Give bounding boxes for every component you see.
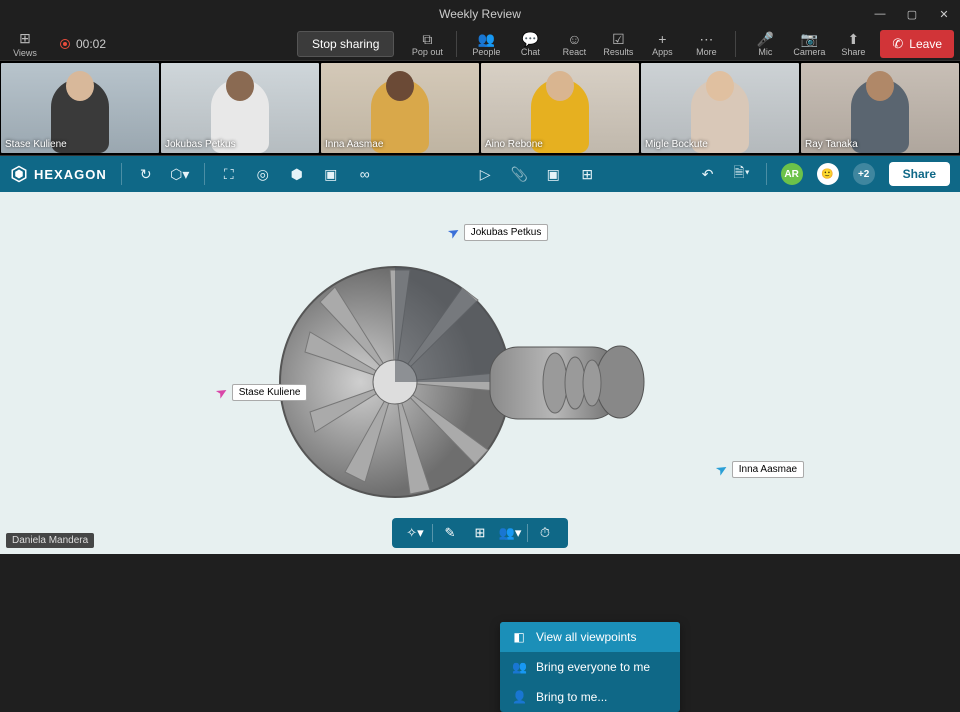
participant-tile[interactable]: Jokubas Petkus: [161, 63, 319, 153]
popout-icon: ⧉: [422, 31, 432, 46]
viewpoints-icon: ◧: [512, 630, 526, 644]
results-icon: ☑: [612, 31, 625, 46]
group-icon: 👥: [512, 660, 526, 674]
mic-button[interactable]: 🎤Mic: [744, 31, 786, 57]
window-title: Weekly Review: [439, 7, 521, 21]
share-button[interactable]: ⬆Share: [832, 31, 874, 57]
add-box-icon[interactable]: ⊞: [467, 525, 493, 541]
cursor-icon: ➤: [213, 382, 232, 403]
attach-icon[interactable]: 📎: [509, 166, 529, 183]
stop-sharing-button[interactable]: Stop sharing: [297, 31, 394, 57]
meeting-toolbar: ⊞ Views 00:02 Stop sharing ⧉Pop out 👥Peo…: [0, 28, 960, 60]
participant-name: Migle Bockute: [645, 139, 708, 150]
people-icon: 👥: [478, 31, 495, 46]
people-button[interactable]: 👥People: [465, 31, 507, 57]
participant-name: Stase Kuliene: [5, 139, 67, 150]
target-icon[interactable]: ◎: [253, 166, 273, 183]
add-panel-icon[interactable]: ⊞: [577, 166, 597, 183]
participant-name: Inna Aasmae: [325, 139, 383, 150]
more-button[interactable]: ⋯More: [685, 31, 727, 57]
participant-name: Ray Tanaka: [805, 139, 858, 150]
brand-logo[interactable]: HEXAGON: [10, 165, 107, 183]
brand-name: HEXAGON: [34, 167, 107, 182]
minimize-button[interactable]: —: [864, 0, 896, 28]
pen-icon[interactable]: ✎: [437, 525, 463, 541]
share-icon: ⬆: [848, 31, 860, 46]
participant-tile[interactable]: Migle Bockute: [641, 63, 799, 153]
presenter-name-tag: Daniela Mandera: [6, 533, 94, 548]
participant-gallery: Stase Kuliene Jokubas Petkus Inna Aasmae…: [0, 60, 960, 156]
participant-tile[interactable]: Inna Aasmae: [321, 63, 479, 153]
camera-icon: 📷: [801, 31, 818, 46]
grid-icon: ⊞: [19, 30, 31, 47]
cursor-icon: ➤: [445, 222, 464, 243]
person-icon: 👤: [512, 690, 526, 704]
undo-icon[interactable]: ↶: [698, 166, 718, 183]
participant-tile[interactable]: Aino Rebone: [481, 63, 639, 153]
recording-time: 00:02: [76, 37, 106, 51]
chat-icon: 💬: [522, 31, 539, 46]
apps-button[interactable]: +Apps: [641, 31, 683, 57]
wand-icon[interactable]: ✧▾: [402, 525, 428, 541]
cursor-kuliene: ➤ Stase Kuliene: [216, 384, 307, 401]
people-tool-icon[interactable]: 👥▾: [497, 525, 523, 541]
camera-button[interactable]: 📷Camera: [788, 31, 830, 57]
mic-icon: 🎤: [757, 31, 774, 46]
play-icon[interactable]: ▷: [475, 166, 495, 183]
record-icon: [60, 39, 70, 49]
popout-button[interactable]: ⧉Pop out: [406, 31, 448, 57]
menu-view-all[interactable]: ◧ View all viewpoints: [500, 622, 680, 652]
apps-icon: +: [658, 31, 666, 46]
more-icon: ⋯: [699, 31, 713, 46]
menu-bring-to-me[interactable]: 👤 Bring to me...: [500, 682, 680, 712]
canvas-area[interactable]: ➤ Jokubas Petkus ➤ Stase Kuliene ➤ Inna …: [0, 192, 960, 554]
document-dropdown-icon[interactable]: 🗎▾: [732, 162, 752, 186]
participant-name: Jokubas Petkus: [165, 139, 236, 150]
viewpoint-menu: ◧ View all viewpoints 👥 Bring everyone t…: [500, 622, 680, 712]
overflow-avatar[interactable]: +2: [853, 163, 875, 185]
recording-indicator: 00:02: [60, 37, 106, 51]
fullscreen-icon[interactable]: ⛶: [219, 166, 239, 183]
chat-button[interactable]: 💬Chat: [509, 31, 551, 57]
turbine-model[interactable]: [260, 212, 660, 512]
participant-tile[interactable]: Ray Tanaka: [801, 63, 959, 153]
user-avatar-ar[interactable]: AR: [781, 163, 803, 185]
timer-icon[interactable]: ⏱: [532, 525, 558, 541]
hexagon-icon: [10, 165, 28, 183]
menu-bring-everyone[interactable]: 👥 Bring everyone to me: [500, 652, 680, 682]
react-icon: ☺: [567, 31, 581, 46]
cursor-petkus: ➤ Jokubas Petkus: [448, 224, 548, 241]
views-button[interactable]: ⊞ Views: [6, 30, 44, 58]
app-share-button[interactable]: Share: [889, 162, 950, 186]
meeting-tools: ⧉Pop out 👥People 💬Chat ☺React ☑Results +…: [406, 31, 874, 57]
package-icon[interactable]: ⬢: [287, 166, 307, 183]
participant-tile[interactable]: Stase Kuliene: [1, 63, 159, 153]
close-button[interactable]: ✕: [928, 0, 960, 28]
link-icon[interactable]: ∞: [355, 166, 375, 182]
participant-name: Aino Rebone: [485, 139, 543, 150]
leave-button[interactable]: ✆ Leave: [880, 30, 954, 58]
maximize-button[interactable]: ▢: [896, 0, 928, 28]
title-bar: Weekly Review — ▢ ✕: [0, 0, 960, 28]
results-button[interactable]: ☑Results: [597, 31, 639, 57]
refresh-icon[interactable]: ↻: [136, 166, 156, 183]
app-toolbar: HEXAGON ↻ ⬡▾ ⛶ ◎ ⬢ ▣ ∞ ▷ 📎 ▣ ⊞ ↶ 🗎▾ AR 🙂…: [0, 156, 960, 192]
canvas-toolbar: ✧▾ ✎ ⊞ 👥▾ ⏱: [392, 518, 568, 548]
box-icon[interactable]: ▣: [321, 166, 341, 183]
cursor-icon: ➤: [713, 459, 732, 480]
camera-tool-icon[interactable]: ▣: [543, 166, 563, 183]
hangup-icon: ✆: [892, 36, 903, 52]
user-avatar-2[interactable]: 🙂: [817, 163, 839, 185]
react-button[interactable]: ☺React: [553, 31, 595, 57]
cube-dropdown-icon[interactable]: ⬡▾: [170, 166, 190, 183]
cursor-aasmae: ➤ Inna Aasmae: [716, 461, 804, 478]
